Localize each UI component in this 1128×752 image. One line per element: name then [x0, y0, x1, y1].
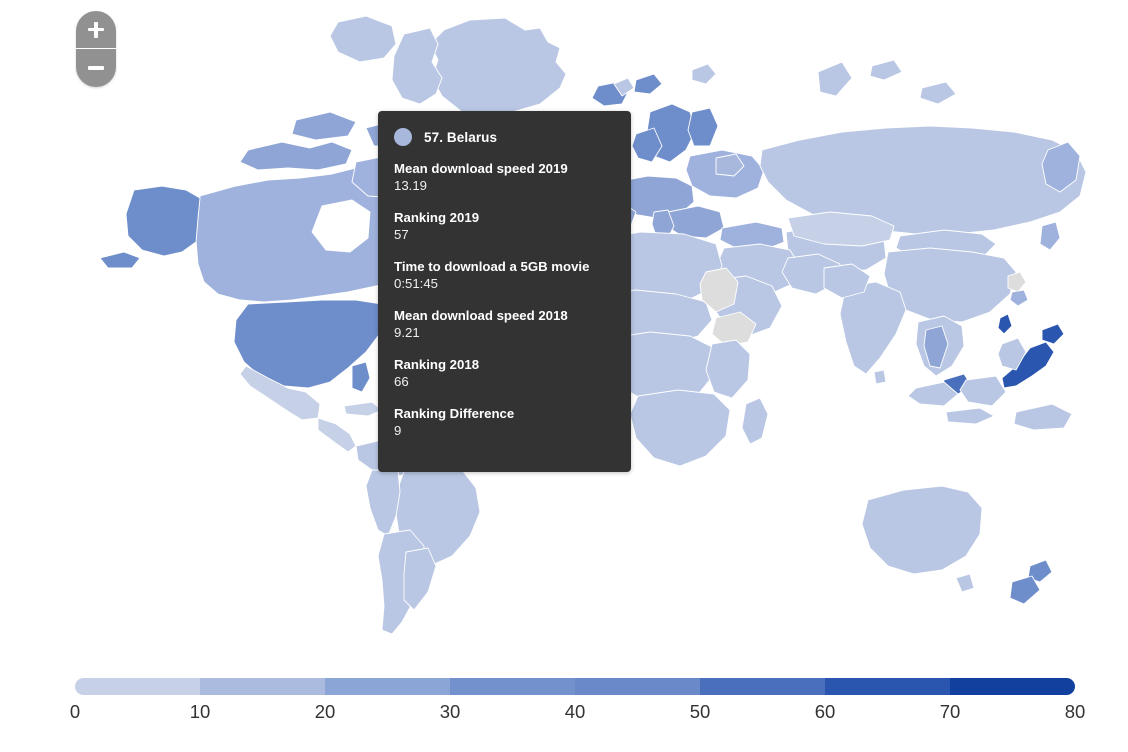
country-greenland[interactable]	[429, 17, 567, 119]
legend-tick-label: 60	[814, 701, 836, 722]
map-zoom-control[interactable]	[76, 11, 116, 87]
tooltip-row-label: Ranking 2018	[394, 357, 480, 372]
country-argentina-east[interactable]	[403, 547, 437, 611]
legend-band	[450, 678, 575, 695]
legend-tick-labels: 0 10 20 30 40 50 60 70 80	[70, 701, 1085, 729]
world-map-canvas[interactable]: 57. Belarus Mean download speed 2019 13.…	[0, 0, 1128, 660]
zoom-out-button[interactable]	[76, 49, 116, 87]
legend-gradient-bar	[75, 678, 1075, 695]
island-arctic-a[interactable]	[869, 59, 903, 81]
island-sri-lanka[interactable]	[873, 369, 887, 385]
legend-band	[950, 678, 1075, 695]
legend-tick-label: 70	[939, 701, 961, 722]
country-greenland-b[interactable]	[391, 27, 443, 105]
legend-band	[700, 678, 825, 695]
canada-arctic-islands-a[interactable]	[239, 141, 353, 171]
tooltip-row-label: Mean download speed 2018	[394, 308, 568, 323]
tooltip-row-value: 9	[394, 423, 402, 438]
country-papua-new-guinea[interactable]	[1013, 403, 1073, 431]
country-peru-bolivia[interactable]	[365, 469, 401, 537]
country-indonesia-java[interactable]	[945, 407, 995, 425]
tooltip-row-label: Ranking 2019	[394, 210, 480, 225]
legend-band	[825, 678, 950, 695]
tooltip-row-value: 66	[394, 374, 409, 389]
legend-band	[200, 678, 325, 695]
tooltip-row-value: 9.21	[394, 325, 420, 340]
country-japan[interactable]	[1041, 323, 1065, 345]
island-svalbard[interactable]	[691, 63, 717, 85]
island-ellesmere[interactable]	[329, 15, 397, 63]
legend-band	[325, 678, 450, 695]
minus-icon	[88, 66, 104, 70]
tooltip-row-label: Time to download a 5GB movie	[394, 259, 590, 274]
island-novaya-zemlya[interactable]	[817, 61, 853, 97]
tooltip-row: Ranking Difference 9	[394, 405, 615, 439]
country-tooltip: 57. Belarus Mean download speed 2019 13.…	[378, 111, 631, 472]
island-cuba[interactable]	[343, 401, 383, 417]
legend-tick-label: 20	[314, 701, 336, 722]
tooltip-row-value: 57	[394, 227, 409, 242]
country-australia[interactable]	[861, 485, 983, 575]
island-arctic-b[interactable]	[919, 81, 957, 105]
tooltip-row: Mean download speed 2018 9.21	[394, 307, 615, 341]
legend-tick-label: 0	[69, 701, 81, 722]
island-tasmania[interactable]	[955, 573, 975, 593]
map-visualization-page: 57. Belarus Mean download speed 2019 13.…	[0, 0, 1128, 752]
country-finland[interactable]	[687, 107, 719, 147]
tooltip-row: Ranking 2018 66	[394, 356, 615, 390]
tooltip-row: Time to download a 5GB movie 0:51:45	[394, 258, 615, 292]
canada-arctic-islands-b[interactable]	[291, 111, 357, 141]
color-scale-legend: 0 10 20 30 40 50 60 70 80	[0, 660, 1128, 752]
country-south-korea[interactable]	[1009, 289, 1029, 307]
legend-tick-label: 40	[564, 701, 586, 722]
island-madagascar[interactable]	[741, 397, 769, 445]
plus-icon-vertical	[94, 21, 98, 38]
legend-band	[75, 678, 200, 695]
tooltip-row-label: Mean download speed 2019	[394, 161, 568, 176]
region-central-america[interactable]	[317, 417, 357, 453]
tooltip-title: 57. Belarus	[424, 129, 498, 145]
russia-sakhalin[interactable]	[1039, 221, 1061, 251]
tooltip-color-swatch-icon	[394, 128, 412, 146]
tooltip-header: 57. Belarus	[378, 111, 631, 146]
country-iceland-b[interactable]	[633, 73, 663, 95]
tooltip-row-value: 13.19	[394, 178, 428, 193]
tooltip-row-value: 0:51:45	[394, 276, 438, 291]
tooltip-rows: Mean download speed 2019 13.19 Ranking 2…	[378, 146, 631, 439]
legend-tick-label: 80	[1064, 701, 1086, 722]
tooltip-row: Ranking 2019 57	[394, 209, 615, 243]
country-north-korea[interactable]	[1007, 271, 1027, 293]
region-southern-africa[interactable]	[629, 389, 731, 467]
legend-band	[575, 678, 700, 695]
country-indonesia-borneo[interactable]	[959, 375, 1007, 407]
legend-tick-label: 10	[189, 701, 211, 722]
country-alaska[interactable]	[125, 185, 201, 257]
tooltip-row-label: Ranking Difference	[394, 406, 515, 421]
usa-florida[interactable]	[351, 361, 371, 393]
legend-tick-label: 30	[439, 701, 461, 722]
country-taiwan[interactable]	[997, 313, 1013, 335]
region-east-africa[interactable]	[705, 339, 751, 399]
zoom-in-button[interactable]	[76, 11, 116, 49]
legend-tick-label: 50	[689, 701, 711, 722]
tooltip-row: Mean download speed 2019 13.19	[394, 160, 615, 194]
alaska-aleutians[interactable]	[99, 251, 141, 269]
